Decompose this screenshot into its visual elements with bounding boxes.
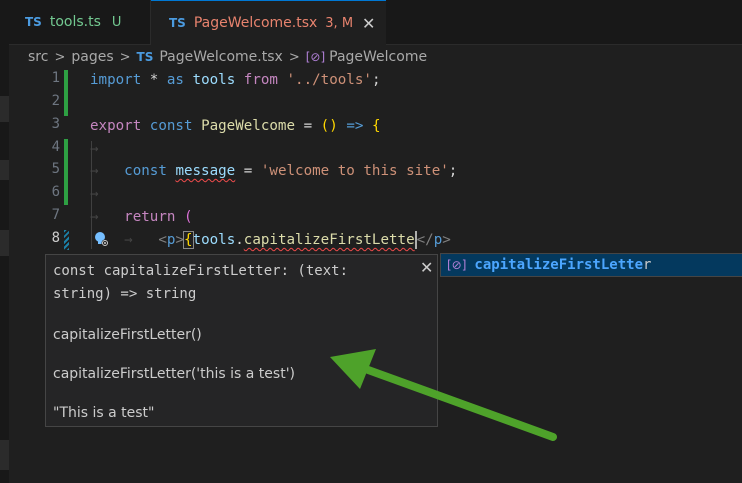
activity-strip — [0, 0, 9, 483]
operator: * — [149, 72, 159, 88]
typescript-file-icon: TS — [136, 50, 154, 64]
code-line-1[interactable]: import * as tools from '../tools'; — [90, 70, 380, 90]
breadcrumb-item-symbol[interactable]: PageWelcome — [329, 49, 427, 65]
tab-bar: TS tools.ts U TS PageWelcome.tsx 3, M ✕ — [9, 0, 742, 45]
punctuation: ; — [448, 163, 458, 179]
hover-signature: const capitalizeFirstLetter: (text: stri… — [53, 263, 349, 302]
strip-mark — [0, 96, 9, 122]
suggestion-rest: r — [643, 257, 652, 273]
tab-pagewelcome-tsx[interactable]: TS PageWelcome.tsx 3, M ✕ — [151, 0, 386, 45]
code-line-7[interactable]: → return ( — [90, 207, 193, 227]
line-number: 6 — [51, 184, 60, 200]
tag-bracket: > — [442, 232, 451, 248]
line-number: 5 — [51, 161, 60, 177]
close-icon[interactable]: ✕ — [420, 258, 433, 277]
suggestion-item-selected[interactable]: [⊘] capitalizeFirstLetter — [440, 253, 742, 277]
identifier: tools — [192, 72, 236, 88]
tab-label: PageWelcome.tsx — [193, 15, 318, 31]
keyword: const — [149, 118, 193, 134]
line-number-active: 8 — [51, 230, 60, 246]
punctuation: ; — [371, 72, 381, 88]
tab-status-badge: U — [111, 14, 122, 30]
typescript-file-icon: TS — [25, 15, 42, 29]
string-literal: 'welcome to this site' — [260, 163, 449, 179]
punctuation: () — [320, 118, 338, 134]
tag-name: p — [433, 232, 443, 248]
identifier: tools — [192, 232, 236, 248]
git-added-marker — [64, 139, 68, 205]
chevron-right-icon: > — [288, 49, 300, 65]
tag-bracket: > — [175, 232, 184, 248]
chevron-right-icon: > — [119, 49, 131, 65]
punctuation: . — [235, 232, 244, 248]
line-number: 4 — [51, 139, 60, 155]
strip-mark — [0, 440, 9, 470]
annotation-arrow-icon — [330, 349, 557, 441]
whitespace-arrow: → — [90, 141, 99, 157]
line-number: 1 — [51, 70, 60, 86]
typescript-file-icon: TS — [169, 16, 186, 30]
hover-doc-line: "This is a test" — [53, 405, 155, 421]
suggestion-match: capitalizeFirstLette — [474, 257, 643, 273]
breadcrumb-item-pages[interactable]: pages — [71, 49, 113, 65]
close-icon[interactable]: ✕ — [362, 14, 375, 33]
keyword: return — [124, 209, 176, 225]
identifier-error: capitalizeFirstLette — [243, 232, 415, 248]
whitespace-arrow: → — [90, 209, 99, 225]
operator: => — [346, 118, 364, 134]
keyword: export — [90, 118, 142, 134]
keyword: import — [90, 72, 142, 88]
operator: = — [303, 118, 313, 134]
strip-mark — [0, 230, 9, 256]
line-number: 3 — [51, 116, 60, 132]
hover-doc-line: capitalizeFirstLetter('this is a test') — [53, 366, 296, 382]
code-line-8[interactable]: → <p>{tools.capitalizeFirstLette </p> — [90, 230, 451, 250]
tab-tools-ts[interactable]: TS tools.ts U — [9, 0, 151, 44]
punctuation: { — [183, 231, 194, 249]
identifier: PageWelcome — [201, 118, 296, 134]
breadcrumb-item-file[interactable]: PageWelcome.tsx — [159, 49, 282, 65]
chevron-right-icon: > — [54, 49, 66, 65]
tab-label: tools.ts — [49, 14, 101, 30]
whitespace-arrow: → — [124, 232, 133, 248]
hover-doc-line: capitalizeFirstLetter() — [53, 327, 202, 343]
punctuation: ( — [183, 209, 193, 225]
tag-bracket: </ — [416, 232, 434, 248]
string-literal: '../tools' — [286, 72, 372, 88]
symbol-variable-icon: [⊘] — [447, 258, 467, 272]
strip-mark — [0, 160, 9, 180]
code-line-3[interactable]: export const PageWelcome = () => { — [90, 116, 381, 136]
whitespace-arrow: → — [90, 163, 99, 179]
lightbulb-icon[interactable] — [92, 230, 110, 248]
identifier-error: message — [175, 163, 236, 179]
git-added-marker — [64, 70, 68, 116]
line-number: 2 — [51, 93, 60, 109]
keyword: const — [124, 163, 167, 179]
code-line-4[interactable]: → — [90, 139, 99, 159]
punctuation: { — [371, 118, 381, 134]
keyword: as — [166, 72, 184, 88]
whitespace-arrow: → — [90, 186, 99, 202]
git-modified-marker — [64, 230, 69, 250]
suggestion-label: capitalizeFirstLetter — [474, 257, 651, 273]
code-line-5[interactable]: → const message = 'welcome to this site'… — [90, 161, 457, 181]
keyword: from — [243, 72, 278, 88]
tag-bracket: < — [158, 232, 167, 248]
tab-problem-badge: 3, M — [325, 15, 354, 31]
symbol-variable-icon: [⊘] — [305, 50, 326, 64]
line-number: 7 — [51, 207, 60, 223]
breadcrumb: src > pages > TS PageWelcome.tsx > [⊘] P… — [28, 46, 427, 68]
operator: = — [243, 163, 253, 179]
breadcrumb-item-src[interactable]: src — [28, 49, 48, 65]
code-line-6[interactable]: → — [90, 184, 99, 204]
